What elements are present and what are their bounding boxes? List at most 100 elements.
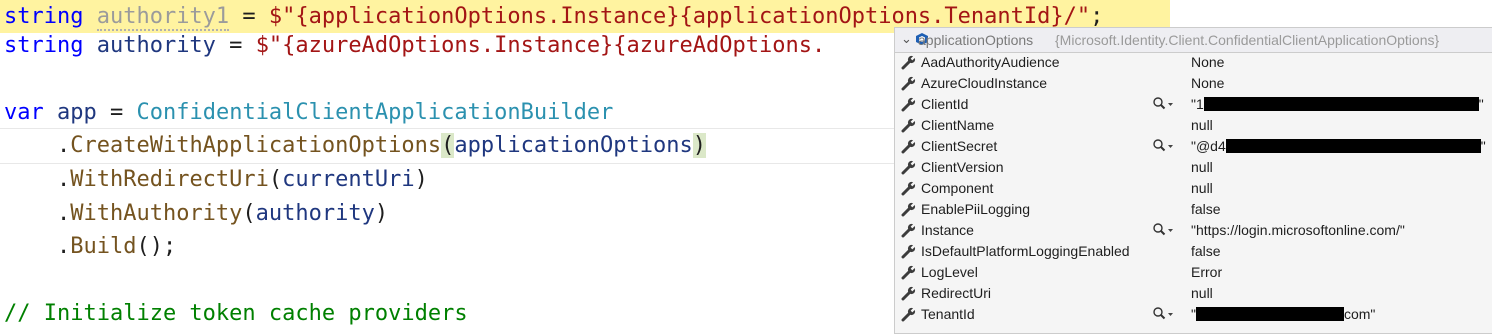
- property-name: ClientVersion: [921, 159, 1004, 175]
- code-line[interactable]: var app = ConfidentialClientApplicationB…: [4, 96, 613, 129]
- datatip-property-row[interactable]: Component null: [895, 178, 1492, 199]
- magnifier-visualizer-icon[interactable]: [1152, 96, 1174, 112]
- code-token: =: [215, 33, 256, 58]
- property-name: AzureCloudInstance: [921, 75, 1048, 91]
- property-name: AadAuthorityAudience: [921, 54, 1060, 70]
- code-token: authority: [255, 201, 375, 226]
- wrench-icon: [901, 139, 916, 154]
- code-token: (: [242, 201, 256, 226]
- property-value: "@d4 ": [1191, 137, 1486, 156]
- code-token: .: [4, 167, 71, 192]
- value-prefix: "@d4: [1191, 138, 1226, 154]
- code-token: authority: [96, 33, 216, 58]
- code-token: currentUri: [282, 167, 415, 192]
- code-token: Build: [70, 234, 137, 259]
- property-value: null: [1191, 180, 1213, 196]
- code-token: authority1: [96, 4, 230, 31]
- magnifier-visualizer-icon[interactable]: [1152, 306, 1174, 322]
- property-value: null: [1191, 285, 1213, 301]
- code-token: CreateWithApplicationOptions: [70, 133, 442, 158]
- datatip-popup[interactable]: ⌄ applicationOptions {Microsoft.Identity…: [894, 27, 1492, 334]
- wrench-icon: [901, 286, 916, 301]
- code-token: .: [4, 133, 71, 158]
- code-token: // Initialize token cache providers: [4, 301, 468, 326]
- code-token: (: [441, 133, 455, 158]
- property-value: "https://login.microsoftonline.com/": [1191, 222, 1405, 238]
- code-line[interactable]: string authority = $"{azureAdOptions.Ins…: [4, 29, 825, 62]
- datatip-property-row[interactable]: RedirectUri null: [895, 283, 1492, 304]
- datatip-property-row[interactable]: EnablePiiLogging false: [895, 199, 1492, 220]
- code-token: $"{azureAdOptions.Instance}{azureAdOptio…: [255, 33, 826, 58]
- datatip-property-row[interactable]: Instance "https://login.microsoftonline.c…: [895, 220, 1492, 241]
- datatip-property-row[interactable]: AzureCloudInstance None: [895, 73, 1492, 94]
- code-token: app: [56, 100, 97, 125]
- code-line[interactable]: .WithAuthority(authority): [4, 197, 388, 230]
- property-name: RedirectUri: [921, 285, 992, 301]
- code-token: WithAuthority: [70, 201, 243, 226]
- property-value: None: [1191, 54, 1225, 70]
- code-token: ConfidentialClientApplicationBuilder: [136, 100, 614, 125]
- code-line[interactable]: // Initialize token cache providers: [4, 297, 468, 330]
- datatip-property-row[interactable]: ClientVersion null: [895, 157, 1492, 178]
- code-token: ): [374, 201, 389, 226]
- wrench-icon: [901, 181, 916, 196]
- wrench-icon: [901, 244, 916, 259]
- value-suffix: ": [1478, 96, 1484, 112]
- code-token: ;: [1090, 4, 1104, 29]
- code-token: .: [4, 234, 71, 259]
- code-token: =: [229, 4, 269, 29]
- value-suffix: ": [1480, 138, 1486, 154]
- property-name: LogLevel: [921, 264, 978, 280]
- wrench-icon: [901, 97, 916, 112]
- wrench-icon: [901, 55, 916, 70]
- code-token: string: [4, 4, 97, 29]
- redaction-block: [1195, 307, 1344, 321]
- property-name: ClientName: [921, 117, 995, 133]
- datatip-property-row[interactable]: TenantId " com": [895, 304, 1492, 325]
- code-line[interactable]: .CreateWithApplicationOptions(applicatio…: [4, 129, 707, 162]
- wrench-icon: [901, 160, 916, 175]
- property-name: TenantId: [921, 306, 975, 322]
- datatip-variable-type: {Microsoft.Identity.Client.ConfidentialC…: [1055, 32, 1440, 48]
- value-prefix: "1: [1191, 96, 1204, 112]
- property-name: IsDefaultPlatformLoggingEnabled: [921, 243, 1130, 259]
- wrench-icon: [901, 76, 916, 91]
- datatip-property-row[interactable]: ClientId "1 ": [895, 94, 1492, 115]
- datatip-property-row[interactable]: IsDefaultPlatformLoggingEnabled false: [895, 241, 1492, 262]
- datatip-property-row[interactable]: LogLevel Error: [895, 262, 1492, 283]
- code-line[interactable]: .Build();: [4, 230, 176, 263]
- datatip-property-row[interactable]: ClientName null: [895, 115, 1492, 136]
- wrench-icon: [901, 265, 916, 280]
- code-line[interactable]: .WithRedirectUri(currentUri): [4, 163, 428, 196]
- datatip-property-row[interactable]: AadAuthorityAudience None: [895, 52, 1492, 73]
- property-name: EnablePiiLogging: [921, 201, 1030, 217]
- magnifier-visualizer-icon[interactable]: [1152, 222, 1174, 238]
- redaction-block: [1203, 97, 1479, 111]
- datatip-property-row[interactable]: ClientSecret "@d4 ": [895, 136, 1492, 157]
- code-token: ();: [136, 234, 177, 259]
- property-value: None: [1191, 75, 1225, 91]
- magnifier-visualizer-icon[interactable]: [1152, 138, 1174, 154]
- code-token: (: [268, 167, 283, 192]
- value-suffix: com": [1343, 306, 1376, 322]
- property-value: " com": [1191, 305, 1375, 324]
- property-value: false: [1191, 201, 1221, 217]
- property-name: ClientId: [921, 96, 969, 112]
- property-name: ClientSecret: [921, 138, 998, 154]
- property-value: null: [1191, 117, 1213, 133]
- property-name: Instance: [921, 222, 974, 238]
- code-token: .: [4, 201, 71, 226]
- redaction-block: [1225, 139, 1481, 153]
- datatip-header: ⌄ applicationOptions {Microsoft.Identity…: [895, 28, 1492, 53]
- datatip-variable-name: applicationOptions: [918, 32, 1034, 48]
- property-value: false: [1191, 243, 1221, 259]
- code-token: =: [96, 100, 137, 125]
- collapse-chevron-icon[interactable]: ⌄: [901, 31, 913, 47]
- wrench-icon: [901, 223, 916, 238]
- property-value: Error: [1191, 264, 1223, 280]
- code-token: var: [4, 100, 57, 125]
- wrench-icon: [901, 307, 916, 322]
- wrench-icon: [901, 118, 916, 133]
- property-name: Component: [921, 180, 994, 196]
- code-token: ): [414, 167, 428, 192]
